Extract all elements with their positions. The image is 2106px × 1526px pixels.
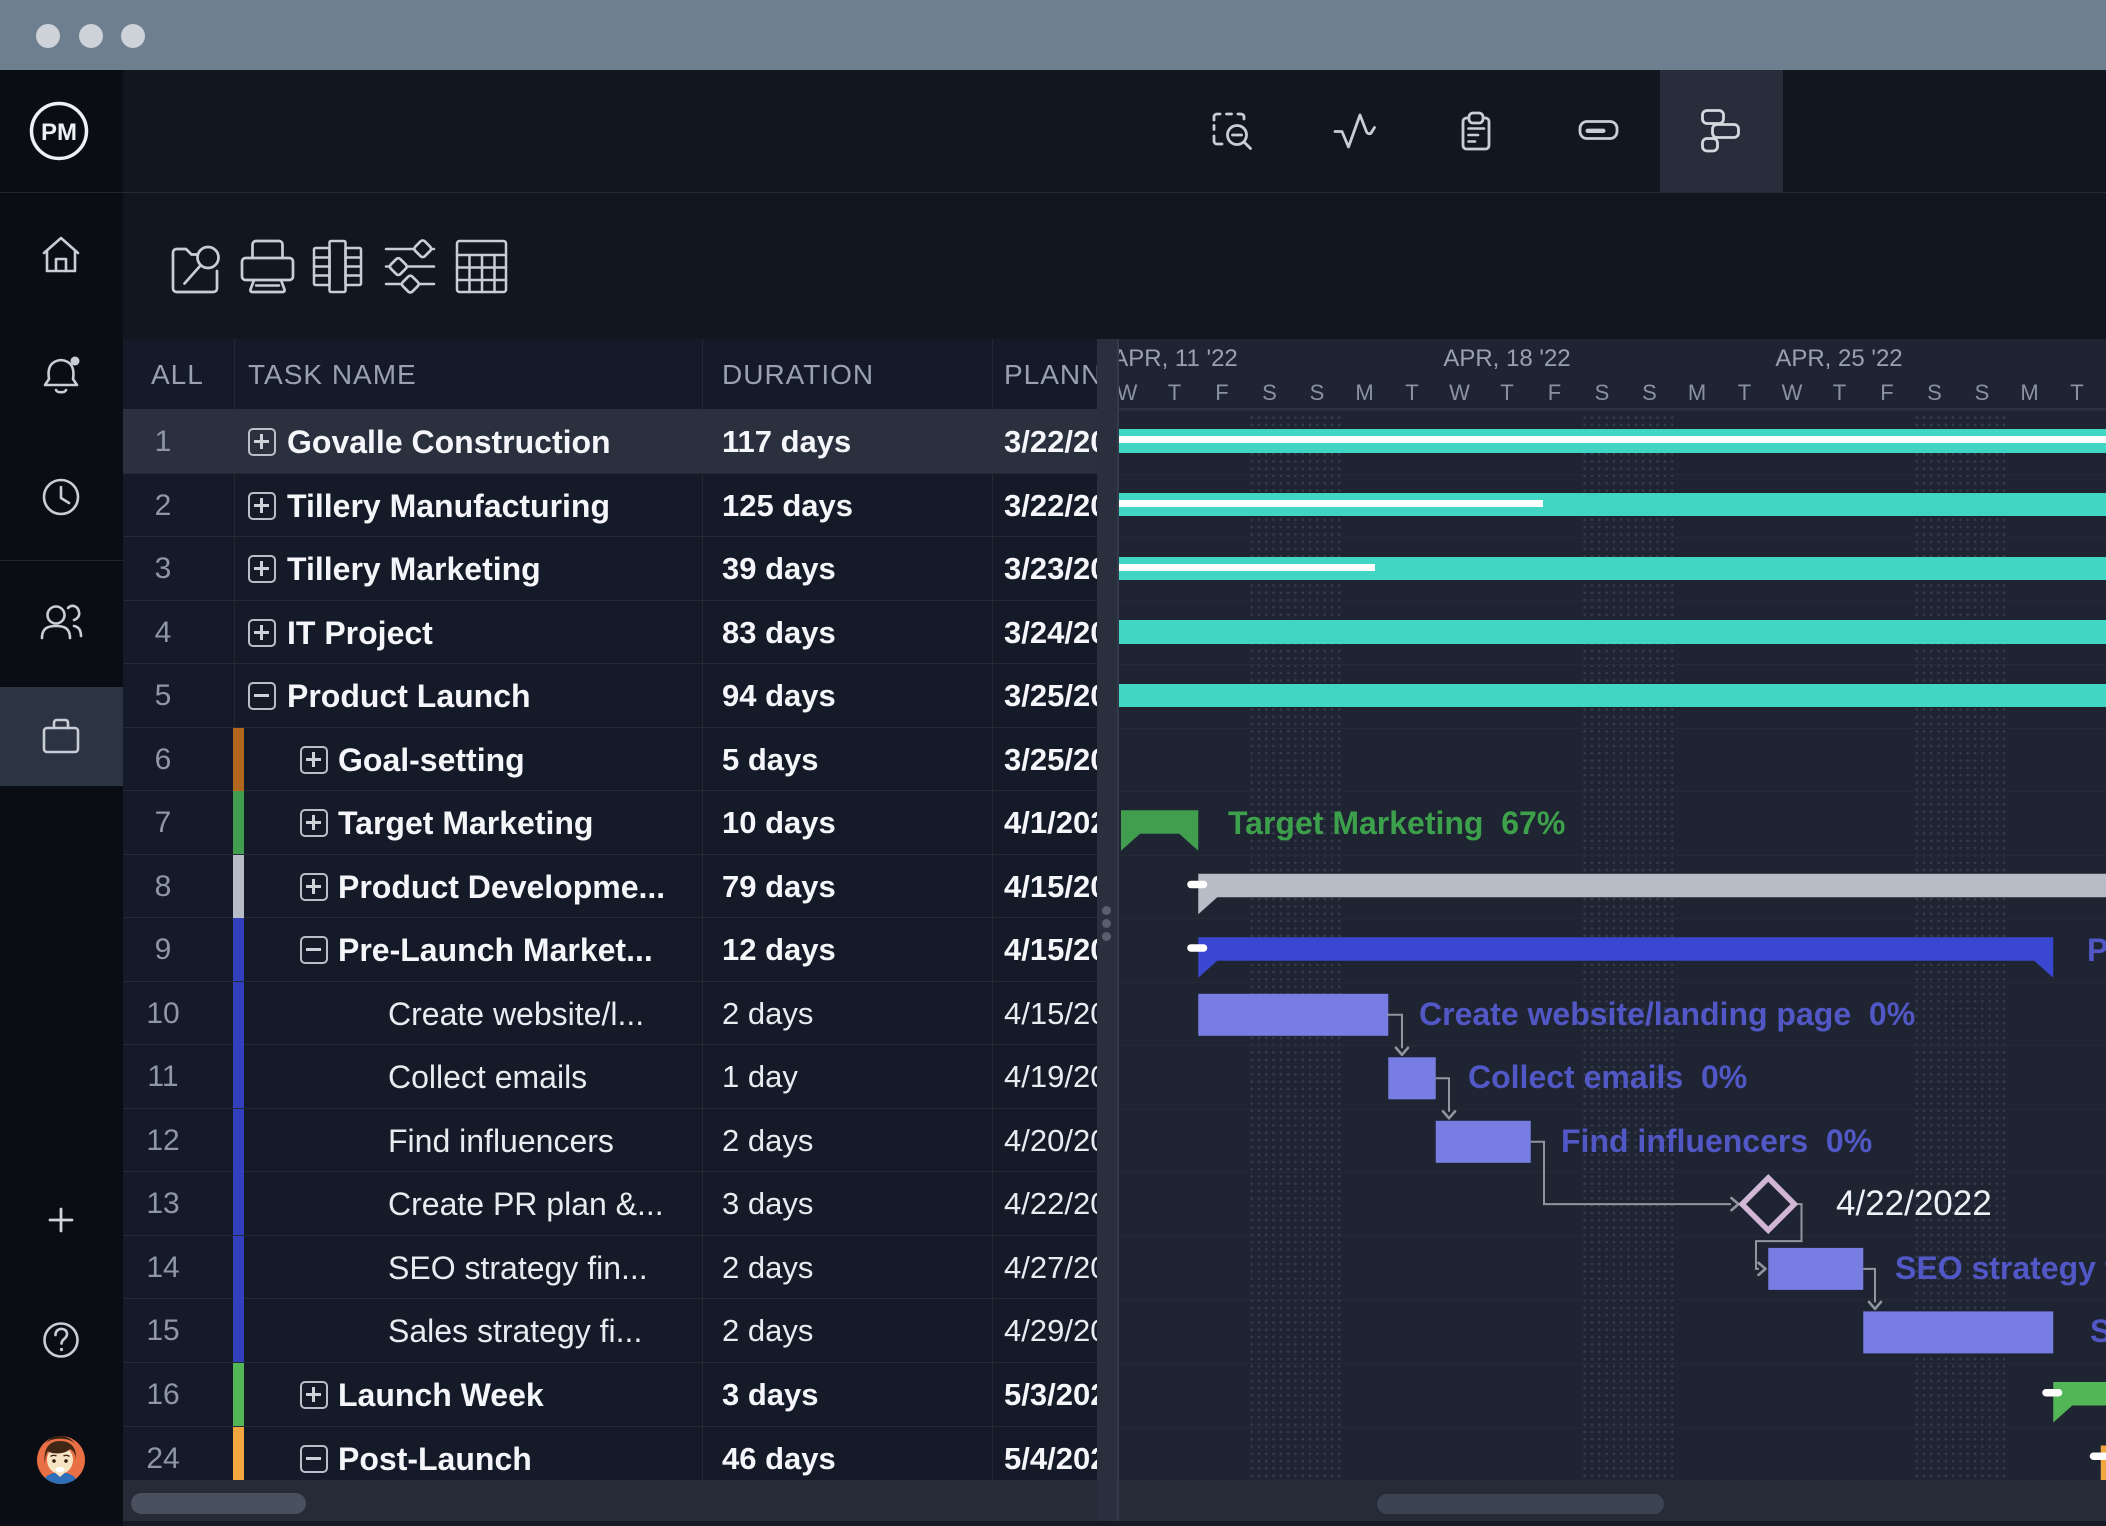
svg-text:PM: PM	[41, 119, 77, 146]
